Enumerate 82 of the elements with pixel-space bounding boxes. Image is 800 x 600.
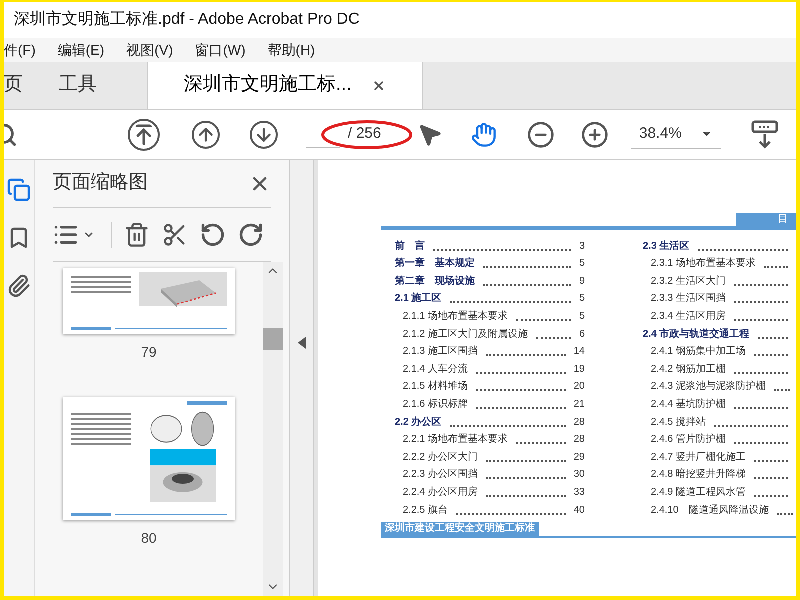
toc-page-number: 21 (574, 398, 585, 412)
panel-title: 页面缩略图 (53, 171, 148, 196)
menu-item[interactable]: 视图(V) (126, 40, 174, 60)
toc-entry[interactable]: 2.4.6 管片防护棚 (651, 432, 726, 448)
toc-page-number: 28 (574, 433, 585, 448)
toc-page-number: 6 (579, 328, 585, 342)
toc-page-number: 5 (579, 257, 585, 272)
toc-entry[interactable]: 2.4.1 钢筋集中加工场 (651, 344, 746, 360)
toc-entry[interactable]: 2.4.5 搅拌站 (651, 414, 706, 430)
scrollbar-thumb[interactable] (263, 328, 283, 350)
toc-entry[interactable]: 2.4.7 竖井厂棚化施工 (651, 450, 746, 465)
toc-page-number: 30 (574, 468, 585, 482)
footer-band: 深圳市建设工程安全文明施工标准 (381, 522, 539, 536)
window-title: 深圳市文明施工标准.pdf - Adobe Acrobat Pro DC (14, 10, 360, 30)
zoom-dropdown[interactable]: 38.4% (631, 120, 722, 148)
toc-entry[interactable]: 2.3.1 场地布置基本要求 (651, 256, 756, 272)
toc-entry[interactable]: 2.1.6 标识标牌 (403, 396, 468, 412)
toc-entry[interactable]: 2.3.4 生活区用房 (651, 308, 726, 324)
first-page-icon[interactable] (128, 118, 160, 150)
toc-entry[interactable]: 2.2.2 办公区大门 (403, 450, 478, 465)
tab[interactable]: 工具 (59, 62, 133, 109)
toc-page-number: 40 (574, 504, 585, 518)
toc-entry[interactable]: 2.1 施工区 (395, 291, 442, 306)
toc-page-number: 14 (574, 345, 585, 360)
toc-page-number: 5 (579, 292, 585, 306)
toc-entry[interactable]: 2.3 生活区 (643, 238, 690, 254)
hand-tool-icon[interactable] (471, 122, 498, 148)
collapse-arrow-icon[interactable] (298, 337, 306, 349)
toc-entry[interactable]: 2.1.3 施工区围挡 (403, 344, 478, 360)
page-thumbnail[interactable] (63, 397, 235, 520)
toc-page-number: 9 (579, 274, 585, 289)
toc-page-number: 5 (579, 310, 585, 324)
page-number: 80 (141, 529, 157, 548)
toc-entry[interactable]: 第一章 基本规定 (395, 256, 475, 272)
toc-entry[interactable]: 2.1.2 施工区大门及附属设施 (403, 326, 528, 342)
toc-entry[interactable]: 2.4.9 隧道工程风水管 (651, 484, 746, 500)
toc-entry[interactable]: 2.4.10 隧道通风降温设施 (651, 502, 769, 518)
rotate-left-icon[interactable] (200, 222, 226, 248)
toc-entry[interactable]: 前 言 (395, 238, 425, 254)
toc-page-number: 20 (574, 380, 585, 394)
toc-page-number: 3 (579, 240, 585, 254)
toc-entry[interactable]: 2.3.3 生活区围挡 (651, 291, 726, 306)
scrollbar[interactable] (263, 262, 283, 596)
keyboard-download-icon[interactable] (751, 120, 780, 150)
toc-entry[interactable]: 2.1.1 场地布置基本要求 (403, 308, 508, 324)
toc-entry[interactable]: 2.4 市政与轨道交通工程 (643, 326, 750, 342)
page-thumbnail[interactable] (63, 268, 235, 334)
toc-entry[interactable]: 2.1.5 材料堆场 (403, 379, 468, 394)
zoom-in-icon[interactable] (581, 120, 610, 148)
toc-page-number: 29 (574, 450, 585, 465)
toc-entry[interactable]: 2.3.2 生活区大门 (651, 274, 726, 289)
tab[interactable]: 页 (4, 62, 59, 109)
toc-page-number: 19 (574, 362, 585, 377)
menu-item[interactable]: 窗口(W) (195, 40, 246, 60)
toc-entry[interactable]: 2.4.2 钢筋加工棚 (651, 362, 726, 377)
tab[interactable]: 深圳市文明施工标... (147, 62, 423, 109)
toc-page-number: 33 (574, 486, 585, 500)
trash-icon[interactable] (124, 222, 150, 248)
toc-entry[interactable]: 2.2.3 办公区围挡 (403, 467, 478, 482)
next-page-icon[interactable] (250, 120, 278, 148)
scissors-icon[interactable] (162, 222, 188, 248)
toc-entry[interactable]: 2.2.1 场地布置基本要求 (403, 432, 508, 448)
menu-item[interactable]: 帮助(H) (268, 40, 316, 60)
toc-entry[interactable]: 2.4.4 基坑防护棚 (651, 396, 726, 412)
rotate-right-icon[interactable] (238, 222, 264, 248)
toc-entry[interactable]: 第二章 现场设施 (395, 274, 475, 289)
toc-entry[interactable]: 2.2 办公区 (395, 414, 442, 430)
toc-entry[interactable]: 2.1.4 人车分流 (403, 362, 468, 377)
toc-entry[interactable]: 2.2.4 办公区用房 (403, 484, 478, 500)
toc-page-number: 28 (574, 416, 585, 430)
menu-item[interactable]: 编辑(E) (58, 40, 105, 60)
toc-entry[interactable]: 2.4.3 泥浆池与泥浆防护棚 (651, 379, 766, 394)
toc-entry[interactable]: 2.4.8 暗挖竖井升降梯 (651, 467, 746, 482)
paperclip-icon[interactable] (7, 274, 31, 298)
menu-item[interactable]: 件(F) (4, 40, 36, 60)
zoom-out-icon[interactable] (527, 120, 556, 148)
previous-page-icon[interactable] (192, 120, 220, 148)
close-icon[interactable] (372, 78, 386, 92)
page-total: / 256 (348, 124, 382, 144)
page-number: 79 (141, 343, 157, 362)
pages-icon[interactable] (7, 178, 31, 202)
toc-entry[interactable]: 2.2.5 旗台 (403, 502, 448, 518)
